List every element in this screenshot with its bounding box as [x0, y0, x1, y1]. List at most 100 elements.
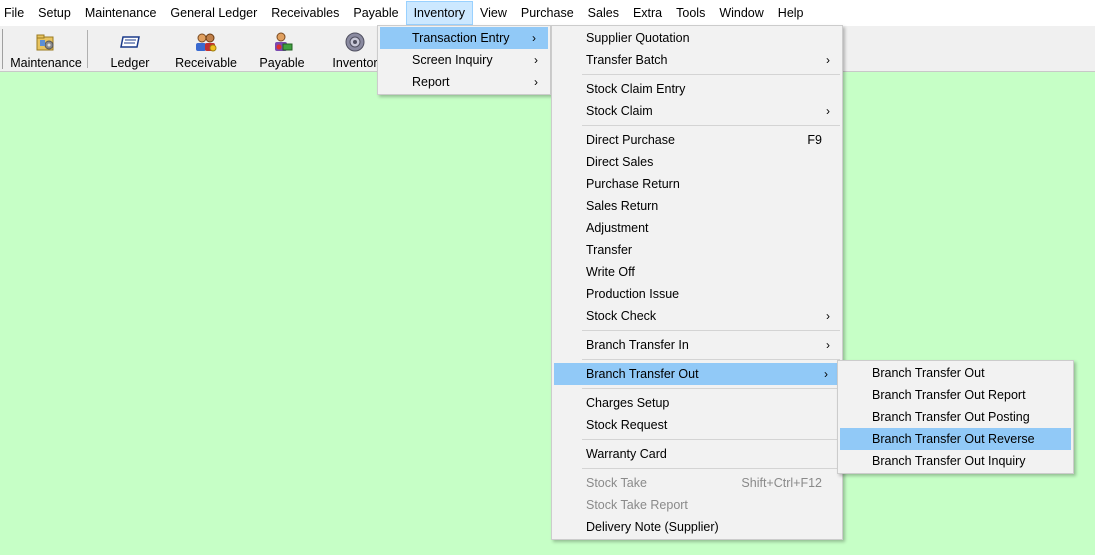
- menu-sales[interactable]: Sales: [581, 0, 626, 26]
- menu-item-stock-take-report: Stock Take Report: [552, 494, 842, 516]
- toolbar-ledger-label: Ledger: [110, 56, 150, 70]
- menu-item-write-off[interactable]: Write Off: [552, 261, 842, 283]
- toolbar-grip[interactable]: [2, 29, 5, 69]
- people-icon: [194, 31, 218, 53]
- menu-separator: [552, 71, 842, 78]
- toolbar-ledger-button[interactable]: Ledger: [100, 28, 160, 70]
- menu-tools[interactable]: Tools: [669, 0, 712, 26]
- menu-item-label: Stock Check: [586, 309, 657, 323]
- menu-item-transfer[interactable]: Transfer: [552, 239, 842, 261]
- menu-item-label: Branch Transfer Out: [872, 366, 985, 380]
- menu-item-purchase-return[interactable]: Purchase Return: [552, 173, 842, 195]
- menu-purchase[interactable]: Purchase: [514, 0, 581, 26]
- menu-item-label: Adjustment: [586, 221, 649, 235]
- menu-receivables[interactable]: Receivables: [264, 0, 346, 26]
- menu-separator: [552, 122, 842, 129]
- chevron-right-icon: ›: [534, 53, 538, 67]
- menu-item-label: Stock Take: [586, 476, 647, 490]
- menu-item-label: Stock Claim Entry: [586, 82, 686, 96]
- menu-item-supplier-quotation[interactable]: Supplier Quotation: [552, 27, 842, 49]
- menu-item-shortcut: F9: [807, 133, 822, 147]
- toolbar-receivable-button[interactable]: Receivable: [172, 28, 240, 70]
- chevron-right-icon: ›: [824, 367, 828, 381]
- menu-general-ledger[interactable]: General Ledger: [163, 0, 264, 26]
- menu-item-label: Report: [412, 75, 450, 89]
- menu-item-transfer-batch[interactable]: Transfer Batch ›: [552, 49, 842, 71]
- menu-separator: [552, 385, 842, 392]
- gear-icon: [343, 31, 367, 53]
- menu-item-label: Supplier Quotation: [586, 31, 690, 45]
- menu-item-bto-posting[interactable]: Branch Transfer Out Posting: [838, 406, 1073, 428]
- chevron-right-icon: ›: [826, 104, 830, 118]
- menu-item-direct-purchase[interactable]: Direct Purchase F9: [552, 129, 842, 151]
- menu-item-label: Stock Claim: [586, 104, 653, 118]
- menu-item-screen-inquiry[interactable]: Screen Inquiry ›: [378, 49, 550, 71]
- menu-item-stock-take: Stock Take Shift+Ctrl+F12: [552, 472, 842, 494]
- menu-item-report[interactable]: Report ›: [378, 71, 550, 93]
- menu-inventory[interactable]: Inventory: [405, 1, 473, 25]
- menu-file[interactable]: File: [0, 0, 31, 26]
- chevron-right-icon: ›: [826, 309, 830, 323]
- menu-help[interactable]: Help: [771, 0, 811, 26]
- menu-item-label: Branch Transfer Out Report: [872, 388, 1026, 402]
- menu-item-direct-sales[interactable]: Direct Sales: [552, 151, 842, 173]
- menu-payable[interactable]: Payable: [346, 0, 405, 26]
- menu-item-label: Branch Transfer Out: [586, 367, 699, 381]
- menu-item-label: Warranty Card: [586, 447, 667, 461]
- menu-item-stock-claim[interactable]: Stock Claim ›: [552, 100, 842, 122]
- menu-item-charges-setup[interactable]: Charges Setup: [552, 392, 842, 414]
- menu-item-stock-request[interactable]: Stock Request: [552, 414, 842, 436]
- chevron-right-icon: ›: [532, 31, 536, 45]
- person-money-icon: [270, 31, 294, 53]
- ledger-book-icon: [118, 31, 142, 53]
- menu-item-bto-report[interactable]: Branch Transfer Out Report: [838, 384, 1073, 406]
- menu-item-branch-transfer-out[interactable]: Branch Transfer Out ›: [554, 363, 840, 385]
- menu-item-delivery-note-supplier[interactable]: Delivery Note (Supplier): [552, 516, 842, 538]
- toolbar-payable-button[interactable]: Payable: [252, 28, 312, 70]
- menu-item-label: Branch Transfer Out Inquiry: [872, 454, 1026, 468]
- menu-item-label: Write Off: [586, 265, 635, 279]
- menu-item-shortcut: Shift+Ctrl+F12: [741, 476, 822, 490]
- toolbar-receivable-label: Receivable: [175, 56, 237, 70]
- menu-item-adjustment[interactable]: Adjustment: [552, 217, 842, 239]
- transaction-entry-menu: Supplier Quotation Transfer Batch › Stock…: [551, 25, 843, 540]
- menu-item-label: Purchase Return: [586, 177, 680, 191]
- menu-setup[interactable]: Setup: [31, 0, 78, 26]
- menu-item-label: Delivery Note (Supplier): [586, 520, 719, 534]
- menu-item-bto[interactable]: Branch Transfer Out: [838, 362, 1073, 384]
- menu-item-branch-transfer-in[interactable]: Branch Transfer In ›: [552, 334, 842, 356]
- toolbar-inventory-button[interactable]: Inventor: [330, 28, 380, 70]
- menu-item-label: Sales Return: [586, 199, 659, 213]
- toolbar-separator: [87, 30, 88, 68]
- menu-item-label: Screen Inquiry: [412, 53, 493, 67]
- branch-transfer-out-menu: Branch Transfer Out Branch Transfer Out …: [837, 360, 1074, 474]
- menu-item-sales-return[interactable]: Sales Return: [552, 195, 842, 217]
- chevron-right-icon: ›: [534, 75, 538, 89]
- menu-view[interactable]: View: [473, 0, 514, 26]
- menu-item-label: Direct Purchase: [586, 133, 675, 147]
- menu-item-label: Transaction Entry: [412, 31, 510, 45]
- menu-item-bto-inquiry[interactable]: Branch Transfer Out Inquiry: [838, 450, 1073, 472]
- toolbar-maintenance-label: Maintenance: [10, 56, 82, 70]
- menu-item-label: Charges Setup: [586, 396, 670, 410]
- toolbar-inventory-label: Inventor: [332, 56, 378, 70]
- menu-maintenance[interactable]: Maintenance: [78, 0, 164, 26]
- chevron-right-icon: ›: [826, 338, 830, 352]
- menu-item-label: Transfer: [586, 243, 633, 257]
- menu-extra[interactable]: Extra: [626, 0, 669, 26]
- menu-item-warranty-card[interactable]: Warranty Card: [552, 443, 842, 465]
- menu-item-label: Branch Transfer In: [586, 338, 689, 352]
- menu-item-label: Branch Transfer Out Reverse: [872, 432, 1035, 446]
- inventory-menu: Transaction Entry › Screen Inquiry › Rep…: [377, 25, 551, 95]
- menu-item-stock-claim-entry[interactable]: Stock Claim Entry: [552, 78, 842, 100]
- menu-separator: [552, 465, 842, 472]
- menu-item-transaction-entry[interactable]: Transaction Entry ›: [380, 27, 548, 49]
- menu-item-bto-reverse[interactable]: Branch Transfer Out Reverse: [840, 428, 1071, 450]
- menu-separator: [552, 356, 842, 363]
- menu-item-stock-check[interactable]: Stock Check ›: [552, 305, 842, 327]
- menu-item-label: Transfer Batch: [586, 53, 668, 67]
- toolbar-maintenance-button[interactable]: Maintenance: [8, 28, 84, 70]
- menu-window[interactable]: Window: [712, 0, 770, 26]
- menu-item-production-issue[interactable]: Production Issue: [552, 283, 842, 305]
- menu-item-label: Stock Take Report: [586, 498, 688, 512]
